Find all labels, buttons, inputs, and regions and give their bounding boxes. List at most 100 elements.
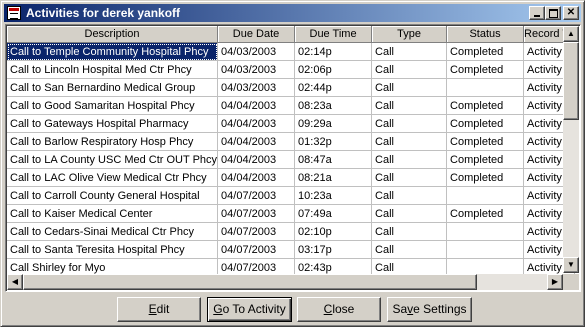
cell-due-time[interactable]: 08:47a [294, 150, 373, 169]
cell-type[interactable]: Call [371, 132, 448, 151]
table-row[interactable]: Call to Lincoln Hospital Med Ctr Phcy 04/… [7, 60, 575, 79]
cell-description[interactable]: Call to Barlow Respiratory Hosp Phcy [7, 132, 219, 151]
cell-due-time[interactable]: 01:32p [294, 132, 373, 151]
cell-type[interactable]: Call [371, 114, 448, 133]
cell-description[interactable]: Call to Cedars-Sinai Medical Ctr Phcy [7, 222, 219, 241]
horizontal-scroll-thumb[interactable] [23, 274, 477, 290]
cell-description[interactable]: Call to Good Samaritan Hospital Phcy [7, 96, 219, 115]
table-row[interactable]: Call to Good Samaritan Hospital Phcy 04/0… [7, 96, 575, 115]
cell-type[interactable]: Call [371, 60, 448, 79]
cell-type[interactable]: Call [371, 222, 448, 241]
column-header-due-date[interactable]: Due Date [217, 26, 296, 43]
cell-due-date[interactable]: 04/07/2003 [217, 186, 296, 205]
scrollbar-corner [563, 274, 579, 290]
cell-due-date[interactable]: 04/04/2003 [217, 168, 296, 187]
close-button[interactable]: Close [297, 297, 381, 322]
cell-description[interactable]: Call to Temple Community Hospital Phcy [7, 42, 219, 61]
table-row[interactable]: Call to LAC Olive View Medical Ctr Phcy 0… [7, 168, 575, 187]
cell-status[interactable] [446, 240, 525, 259]
cell-status[interactable]: Completed [446, 168, 525, 187]
close-window-button[interactable]: ✕ [563, 6, 579, 20]
app-calendar-icon[interactable] [7, 6, 21, 20]
cell-due-date[interactable]: 04/04/2003 [217, 96, 296, 115]
cell-due-time[interactable]: 09:29a [294, 114, 373, 133]
cell-due-time[interactable]: 07:49a [294, 204, 373, 223]
activities-grid[interactable]: Description Due Date Due Time Type Statu… [5, 24, 581, 292]
activities-window: Activities for derek yankoff ✕ Descripti… [0, 0, 585, 327]
cell-due-date[interactable]: 04/04/2003 [217, 132, 296, 151]
cell-due-time[interactable]: 08:23a [294, 96, 373, 115]
go-to-activity-button[interactable]: Go To Activity [207, 297, 292, 322]
table-row[interactable]: Call to Kaiser Medical Center 04/07/2003 0… [7, 204, 575, 223]
cell-type[interactable]: Call [371, 240, 448, 259]
cell-due-date[interactable]: 04/07/2003 [217, 204, 296, 223]
table-row[interactable]: Call to LA County USC Med Ctr OUT Phcy 04… [7, 150, 575, 169]
cell-description[interactable]: Call to LAC Olive View Medical Ctr Phcy [7, 168, 219, 187]
column-header-type[interactable]: Type [371, 26, 448, 43]
cell-status[interactable]: Completed [446, 42, 525, 61]
cell-description[interactable]: Call to Gateways Hospital Pharmacy [7, 114, 219, 133]
cell-due-date[interactable]: 04/04/2003 [217, 114, 296, 133]
table-row[interactable]: Call to San Bernardino Medical Group 04/0… [7, 78, 575, 97]
column-header-due-time[interactable]: Due Time [294, 26, 373, 43]
cell-status[interactable]: Completed [446, 96, 525, 115]
activities-table: Description Due Date Due Time Type Statu… [7, 26, 575, 277]
cell-description[interactable]: Call to Kaiser Medical Center [7, 204, 219, 223]
cell-description[interactable]: Call to LA County USC Med Ctr OUT Phcy [7, 150, 219, 169]
scroll-up-button[interactable]: ▲ [563, 26, 579, 42]
cell-due-date[interactable]: 04/03/2003 [217, 60, 296, 79]
table-row[interactable]: Call to Santa Teresita Hospital Phcy 04/0… [7, 240, 575, 259]
cell-type[interactable]: Call [371, 150, 448, 169]
vertical-scrollbar[interactable]: ▲ ▼ [563, 26, 579, 273]
scroll-right-button[interactable]: ▶ [547, 274, 563, 290]
cell-due-time[interactable]: 03:17p [294, 240, 373, 259]
cell-status[interactable] [446, 186, 525, 205]
column-header-status[interactable]: Status [446, 26, 525, 43]
table-row[interactable]: Call to Carroll County General Hospital 0… [7, 186, 575, 205]
cell-type[interactable]: Call [371, 186, 448, 205]
table-row[interactable]: Call to Temple Community Hospital Phcy 04… [7, 42, 575, 61]
cell-type[interactable]: Call [371, 204, 448, 223]
cell-due-time[interactable]: 02:14p [294, 42, 373, 61]
cell-due-time[interactable]: 10:23a [294, 186, 373, 205]
cell-description[interactable]: Call to Carroll County General Hospital [7, 186, 219, 205]
cell-description[interactable]: Call to Lincoln Hospital Med Ctr Phcy [7, 60, 219, 79]
vertical-scroll-thumb[interactable] [563, 42, 579, 120]
cell-due-date[interactable]: 04/04/2003 [217, 150, 296, 169]
save-settings-button[interactable]: Save Settings [387, 297, 472, 322]
cell-status[interactable] [446, 78, 525, 97]
minimize-button[interactable] [529, 6, 545, 20]
cell-type[interactable]: Call [371, 168, 448, 187]
cell-type[interactable]: Call [371, 78, 448, 97]
cell-description[interactable]: Call to San Bernardino Medical Group [7, 78, 219, 97]
cell-due-time[interactable]: 08:21a [294, 168, 373, 187]
title-bar[interactable]: Activities for derek yankoff ✕ [4, 4, 581, 22]
scroll-left-button[interactable]: ◀ [7, 274, 23, 290]
arrow-up-icon: ▲ [567, 29, 575, 38]
maximize-button[interactable] [545, 6, 561, 20]
cell-type[interactable]: Call [371, 42, 448, 61]
cell-status[interactable]: Completed [446, 114, 525, 133]
scroll-down-button[interactable]: ▼ [563, 257, 579, 273]
close-icon: ✕ [566, 7, 576, 18]
cell-due-date[interactable]: 04/03/2003 [217, 78, 296, 97]
cell-due-date[interactable]: 04/03/2003 [217, 42, 296, 61]
column-header-description[interactable]: Description [7, 26, 219, 43]
cell-due-time[interactable]: 02:44p [294, 78, 373, 97]
cell-due-time[interactable]: 02:06p [294, 60, 373, 79]
table-row[interactable]: Call to Gateways Hospital Pharmacy 04/04/… [7, 114, 575, 133]
horizontal-scrollbar[interactable]: ◀ ▶ [7, 274, 563, 290]
cell-status[interactable] [446, 222, 525, 241]
cell-status[interactable]: Completed [446, 60, 525, 79]
table-row[interactable]: Call to Cedars-Sinai Medical Ctr Phcy 04/… [7, 222, 575, 241]
table-row[interactable]: Call to Barlow Respiratory Hosp Phcy 04/0… [7, 132, 575, 151]
cell-due-date[interactable]: 04/07/2003 [217, 240, 296, 259]
cell-description[interactable]: Call to Santa Teresita Hospital Phcy [7, 240, 219, 259]
cell-due-time[interactable]: 02:10p [294, 222, 373, 241]
cell-type[interactable]: Call [371, 96, 448, 115]
edit-button[interactable]: Edit [117, 297, 201, 322]
cell-status[interactable]: Completed [446, 204, 525, 223]
cell-status[interactable]: Completed [446, 132, 525, 151]
cell-due-date[interactable]: 04/07/2003 [217, 222, 296, 241]
cell-status[interactable]: Completed [446, 150, 525, 169]
